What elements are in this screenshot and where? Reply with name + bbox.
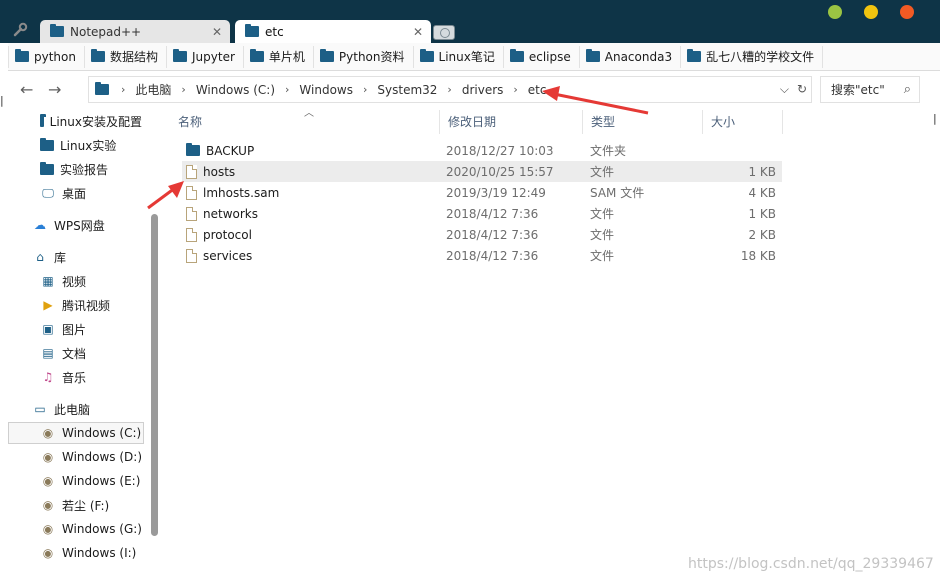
arrow-to-etc — [553, 92, 649, 115]
arrow-to-hosts — [147, 186, 176, 210]
watermark: https://blog.csdn.net/qq_29339467 — [688, 556, 934, 572]
explorer-window: { "colors": { "titlebar": "#0e3447", "fo… — [0, 0, 940, 583]
annotation-arrows — [147, 86, 649, 210]
arrow-head — [168, 181, 184, 198]
arrow-head — [542, 86, 560, 101]
